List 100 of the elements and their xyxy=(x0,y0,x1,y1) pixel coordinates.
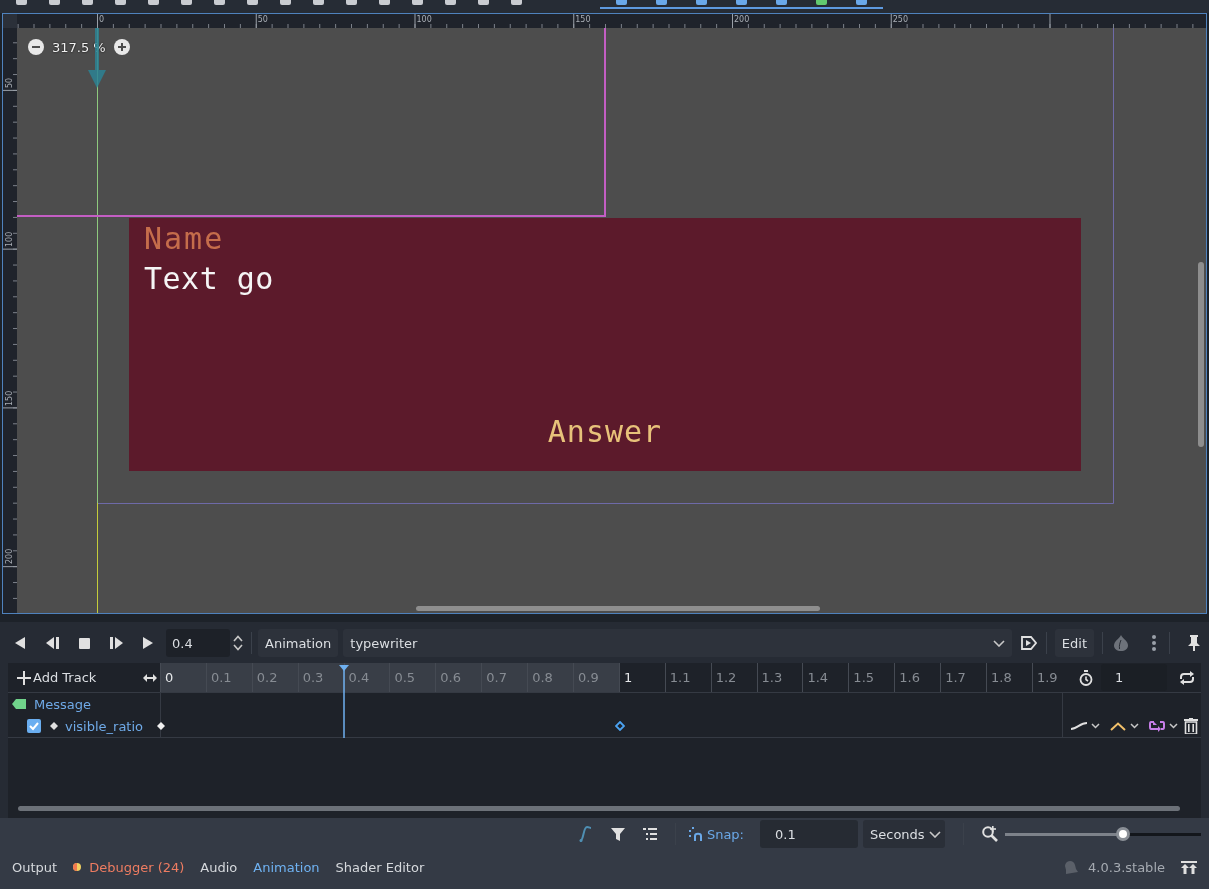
cropped-toolbar-icon[interactable] xyxy=(816,0,827,5)
timeline-tick-label: 1.3 xyxy=(756,663,803,692)
ruler-label: 150 xyxy=(5,390,14,406)
length-field[interactable]: 1 xyxy=(1101,664,1167,691)
cropped-toolbar-icon[interactable] xyxy=(280,0,291,5)
timeline-tick-label: 0.7 xyxy=(481,663,528,692)
cropped-toolbar-icon[interactable] xyxy=(346,0,357,5)
timeline-tick-label: 0.2 xyxy=(251,663,298,692)
cropped-toolbar-icon[interactable] xyxy=(656,0,667,5)
caret-up-icon[interactable] xyxy=(1110,721,1126,731)
cropped-toolbar-icon[interactable] xyxy=(82,0,93,5)
zoom-icon[interactable] xyxy=(982,826,998,842)
chevron-down-icon[interactable] xyxy=(1130,723,1139,729)
magnet-icon xyxy=(688,827,703,841)
slider-handle[interactable] xyxy=(1115,827,1130,841)
curve-icon[interactable] xyxy=(1071,722,1087,730)
step-back-icon xyxy=(45,637,59,649)
cropped-toolbar-icon[interactable] xyxy=(511,0,522,5)
filter-icon[interactable] xyxy=(610,827,625,841)
cropped-toolbar-icon[interactable] xyxy=(214,0,225,5)
timeline-tick-label: 0 xyxy=(160,663,206,692)
timeline-tick-label: 1.5 xyxy=(848,663,895,692)
down-arrow-icon[interactable] xyxy=(88,28,106,88)
cropped-toolbar-icon[interactable] xyxy=(49,0,60,5)
animation-dropdown[interactable]: typewriter xyxy=(343,629,1012,657)
loop-icon[interactable] xyxy=(1179,670,1195,685)
cropped-toolbar-icon[interactable] xyxy=(696,0,707,5)
snap-field[interactable]: 0.1 xyxy=(760,820,858,848)
stopwatch-icon[interactable] xyxy=(1078,669,1094,686)
edit-button[interactable]: Edit xyxy=(1054,629,1094,657)
track-checkbox[interactable] xyxy=(27,719,41,733)
node-track-name[interactable]: Message xyxy=(34,696,91,712)
timeline-tick-label: 0.5 xyxy=(389,663,436,692)
panel-tab[interactable]: Debugger (24) xyxy=(65,855,193,879)
panel-tab[interactable]: Shader Editor xyxy=(327,855,433,879)
version-label: 4.0.3.stable xyxy=(1088,859,1165,875)
keyframe-icon[interactable] xyxy=(156,721,166,731)
bell-icon[interactable] xyxy=(1064,860,1079,874)
animation-button[interactable]: Animation xyxy=(258,629,339,657)
panel-tab[interactable]: Audio xyxy=(192,855,246,879)
answer-text: Answer xyxy=(547,415,663,449)
cropped-toolbar-icon[interactable] xyxy=(856,0,867,5)
cropped-toolbar-icon[interactable] xyxy=(115,0,126,5)
cropped-toolbar-icon[interactable] xyxy=(616,0,627,5)
horizontal-arrows-icon[interactable] xyxy=(143,673,157,682)
horizontal-scrollbar[interactable] xyxy=(18,806,1180,811)
panel-tab[interactable]: Output xyxy=(4,855,66,879)
pin-icon[interactable] xyxy=(1188,635,1200,651)
timeline-tick-label: 0.3 xyxy=(297,663,344,692)
playhead[interactable] xyxy=(338,665,349,738)
ruler-label: 50 xyxy=(257,15,268,24)
time-field[interactable]: 0.4 xyxy=(166,629,230,657)
chevron-down-icon[interactable] xyxy=(1091,723,1100,729)
more-icon[interactable] xyxy=(1152,635,1156,651)
bezier-curve-icon[interactable] xyxy=(578,826,593,842)
onion-icon[interactable] xyxy=(1114,635,1128,651)
chevron-down-icon[interactable] xyxy=(1169,723,1178,729)
add-track-button[interactable]: Add Track xyxy=(17,670,97,685)
ruler-label: 100 xyxy=(5,231,14,247)
cropped-toolbar-icon[interactable] xyxy=(247,0,258,5)
collapse-panel-icon[interactable] xyxy=(1181,860,1197,874)
cropped-toolbar-icon[interactable] xyxy=(478,0,489,5)
vertical-scrollbar[interactable] xyxy=(1198,262,1204,447)
list-icon[interactable] xyxy=(642,828,657,840)
dropdown-value: typewriter xyxy=(350,635,418,651)
cropped-toolbar-icon[interactable] xyxy=(776,0,787,5)
tag-icon xyxy=(12,699,26,709)
unit-dropdown[interactable]: Seconds xyxy=(863,820,945,848)
horizontal-scrollbar[interactable] xyxy=(416,606,820,611)
cropped-toolbar-icon[interactable] xyxy=(16,0,27,5)
chevron-down-icon xyxy=(992,639,1005,647)
speaker-name: Name xyxy=(144,222,225,256)
timeline-tick-label: 0.8 xyxy=(527,663,573,692)
stop-icon xyxy=(78,637,90,649)
ruler-label: 150 xyxy=(575,15,591,24)
cropped-toolbar-icon[interactable] xyxy=(181,0,192,5)
tag-play-icon[interactable] xyxy=(1020,636,1037,650)
diamond-icon xyxy=(50,722,58,730)
ruler-label: 100 xyxy=(416,15,432,24)
cropped-toolbar-icon[interactable] xyxy=(148,0,159,5)
ruler-label: 50 xyxy=(5,77,14,88)
property-track-name[interactable]: visible_ratio xyxy=(65,718,144,734)
cropped-toolbar-icon[interactable] xyxy=(412,0,423,5)
loop-arrows-icon[interactable] xyxy=(1149,720,1165,732)
timeline-tick-label: 1.9 xyxy=(1031,663,1062,692)
ruler-label: 250 xyxy=(892,15,909,24)
panel-tab[interactable]: Animation xyxy=(245,855,328,879)
timeline-tick-label: 0.4 xyxy=(343,663,390,692)
timeline-tick-label: 0.1 xyxy=(205,663,252,692)
keyframe-icon[interactable] xyxy=(615,721,626,731)
cropped-toolbar-icon[interactable] xyxy=(379,0,390,5)
trash-icon[interactable] xyxy=(1184,718,1198,734)
zoom-in-icon[interactable] xyxy=(113,39,130,55)
spinner-icon[interactable] xyxy=(233,635,243,651)
zoom-out-icon[interactable] xyxy=(28,39,44,55)
cropped-toolbar-icon[interactable] xyxy=(736,0,747,5)
cropped-toolbar-icon[interactable] xyxy=(313,0,324,5)
timeline-tick-label: 1.8 xyxy=(986,663,1032,692)
snap-toggle[interactable]: Snap: xyxy=(688,826,744,842)
cropped-toolbar-icon[interactable] xyxy=(445,0,456,5)
